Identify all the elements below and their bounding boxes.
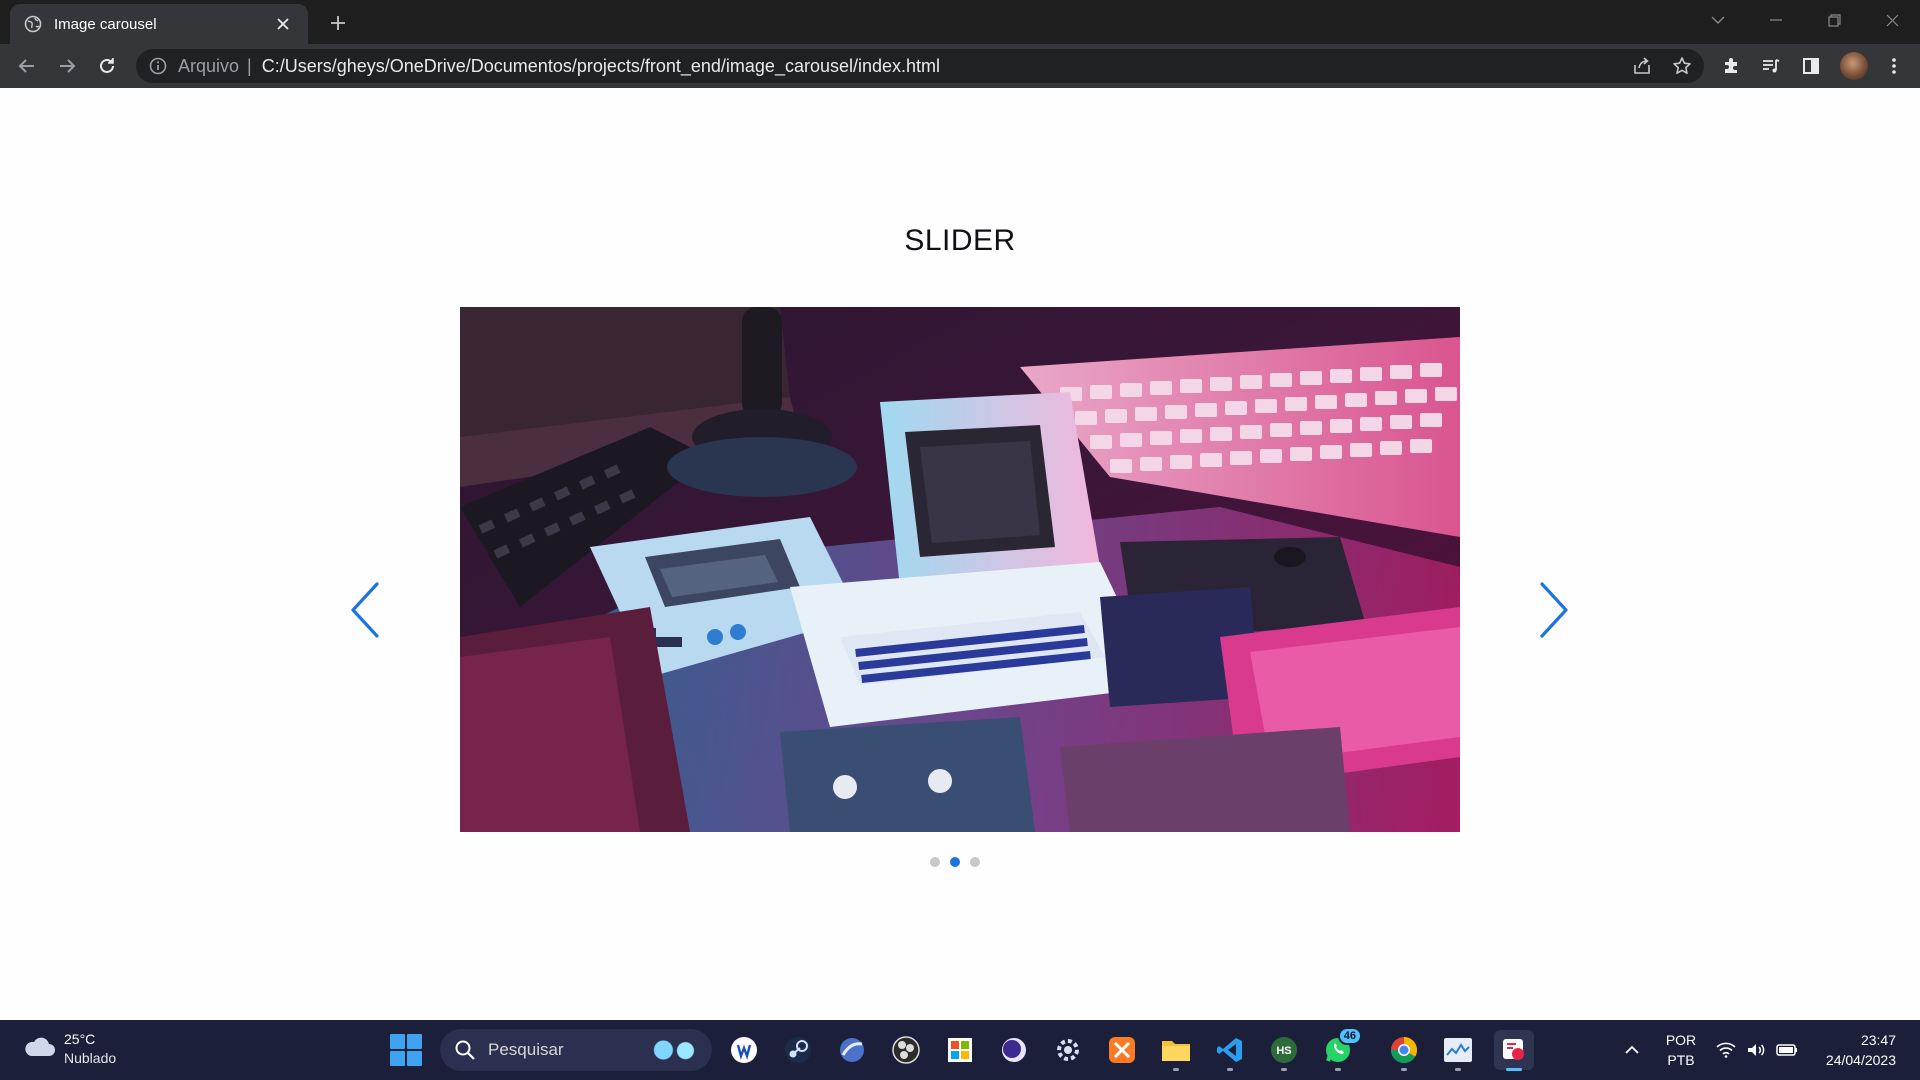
minimize-icon[interactable] (1748, 0, 1804, 40)
browser-titlebar: Image carousel (0, 0, 1920, 44)
weather-description: Nublado (64, 1050, 117, 1066)
wifi-icon[interactable] (1714, 1020, 1738, 1080)
media-queue-icon[interactable] (1755, 50, 1787, 82)
bookmark-star-icon[interactable] (1670, 54, 1694, 78)
obs-icon[interactable] (886, 1030, 926, 1070)
carousel-slide-image (460, 307, 1460, 832)
vscode-icon[interactable] (1210, 1030, 1250, 1071)
address-url[interactable]: C:/Users/gheys/OneDrive/Documentos/proje… (262, 56, 940, 77)
forward-icon[interactable] (51, 50, 83, 82)
system-clock[interactable]: 23:47 24/04/2023 (1810, 1030, 1896, 1070)
clock-time: 23:47 (1860, 1032, 1896, 1048)
slide-dot-3[interactable] (970, 857, 980, 867)
side-panel-icon[interactable] (1795, 50, 1827, 82)
windows-taskbar: 25°C Nublado Pesquisar HS 46 POR PTB 23:… (0, 1020, 1920, 1080)
app-icon-5[interactable] (940, 1030, 980, 1070)
language-primary: POR (1665, 1032, 1697, 1048)
page-content: SLIDER (0, 88, 1920, 1020)
carousel-indicators (930, 857, 980, 867)
clock-date: 24/04/2023 (1825, 1052, 1896, 1068)
extensions-icon[interactable] (1715, 50, 1747, 82)
whatsapp-badge: 46 (1337, 1027, 1362, 1045)
globe-icon (24, 15, 42, 33)
close-window-icon[interactable] (1864, 0, 1920, 40)
profile-avatar[interactable] (1840, 52, 1868, 80)
slide-dot-1[interactable] (930, 857, 940, 867)
restore-icon[interactable] (1806, 0, 1862, 40)
snipping-tool-icon[interactable] (1494, 1030, 1534, 1071)
app-icon-hs[interactable]: HS (1264, 1030, 1304, 1071)
slide-dot-2[interactable] (950, 857, 960, 867)
xampp-icon[interactable] (1102, 1030, 1142, 1070)
windows-start-icon[interactable] (390, 1034, 422, 1066)
whatsapp-icon[interactable]: 46 (1318, 1027, 1362, 1071)
close-tab-icon[interactable] (272, 13, 294, 35)
app-icon-1[interactable] (724, 1030, 764, 1070)
page-title: SLIDER (904, 224, 1016, 257)
language-secondary: PTB (1667, 1052, 1695, 1068)
app-icon-6[interactable] (994, 1030, 1034, 1070)
language-indicator[interactable]: POR PTB (1660, 1030, 1702, 1070)
chevron-left-icon (349, 580, 381, 645)
task-manager-icon[interactable] (1438, 1030, 1478, 1071)
share-icon[interactable] (1630, 54, 1654, 78)
chevron-right-icon (1538, 580, 1570, 645)
settings-gear-icon[interactable] (1048, 1030, 1088, 1070)
back-icon[interactable] (11, 50, 43, 82)
search-placeholder: Pesquisar (488, 1040, 564, 1059)
taskbar-search[interactable]: Pesquisar (440, 1029, 712, 1071)
tab-title: Image carousel (54, 15, 157, 33)
search-icon (454, 1039, 476, 1061)
tab-search-icon[interactable] (1690, 0, 1746, 40)
chrome-icon[interactable] (1384, 1030, 1424, 1071)
volume-icon[interactable] (1744, 1020, 1768, 1080)
search-highlight-icon (646, 1034, 704, 1066)
more-menu-icon[interactable] (1878, 50, 1910, 82)
chevron-up-icon[interactable] (1618, 1020, 1646, 1080)
address-separator: | (247, 55, 252, 76)
info-icon[interactable] (148, 56, 168, 76)
weather-temperature: 25°C (64, 1031, 96, 1047)
svg-text:HS: HS (1276, 1045, 1291, 1057)
battery-icon[interactable] (1774, 1020, 1800, 1080)
address-bar[interactable]: Arquivo | C:/Users/gheys/OneDrive/Docume… (136, 49, 1704, 83)
reload-icon[interactable] (91, 50, 123, 82)
steam-icon[interactable] (778, 1030, 818, 1070)
file-explorer-icon[interactable] (1156, 1030, 1196, 1071)
browser-tab[interactable]: Image carousel (10, 4, 308, 44)
prev-slide-button[interactable] (335, 572, 395, 652)
address-scheme: Arquivo (178, 55, 240, 76)
next-slide-button[interactable] (1524, 572, 1584, 652)
weather-widget[interactable]: 25°C Nublado (22, 1030, 116, 1068)
cloud-icon (22, 1035, 56, 1064)
new-tab-button[interactable] (324, 9, 352, 37)
app-icon-3[interactable] (832, 1030, 872, 1070)
